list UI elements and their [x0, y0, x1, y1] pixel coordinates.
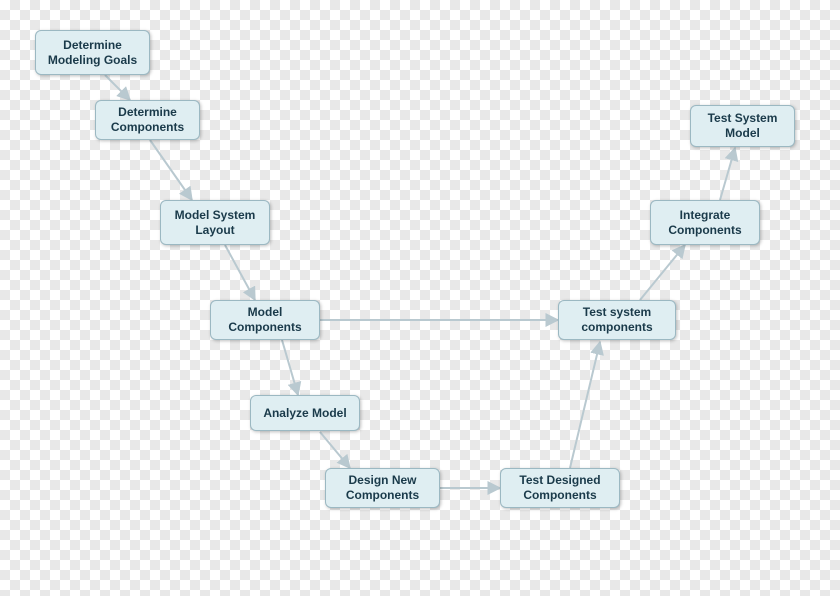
diagram-canvas: Determine Modeling Goals Determine Compo… — [0, 0, 840, 596]
node-test-designed-components: Test Designed Components — [500, 468, 620, 508]
node-test-system-components: Test system components — [558, 300, 676, 340]
node-test-system-model: Test System Model — [690, 105, 795, 147]
node-model-system-layout: Model System Layout — [160, 200, 270, 245]
node-analyze-model: Analyze Model — [250, 395, 360, 431]
node-integrate-components: Integrate Components — [650, 200, 760, 245]
node-determine-components: Determine Components — [95, 100, 200, 140]
node-determine-modeling-goals: Determine Modeling Goals — [35, 30, 150, 75]
node-model-components: Model Components — [210, 300, 320, 340]
node-design-new-components: Design New Components — [325, 468, 440, 508]
